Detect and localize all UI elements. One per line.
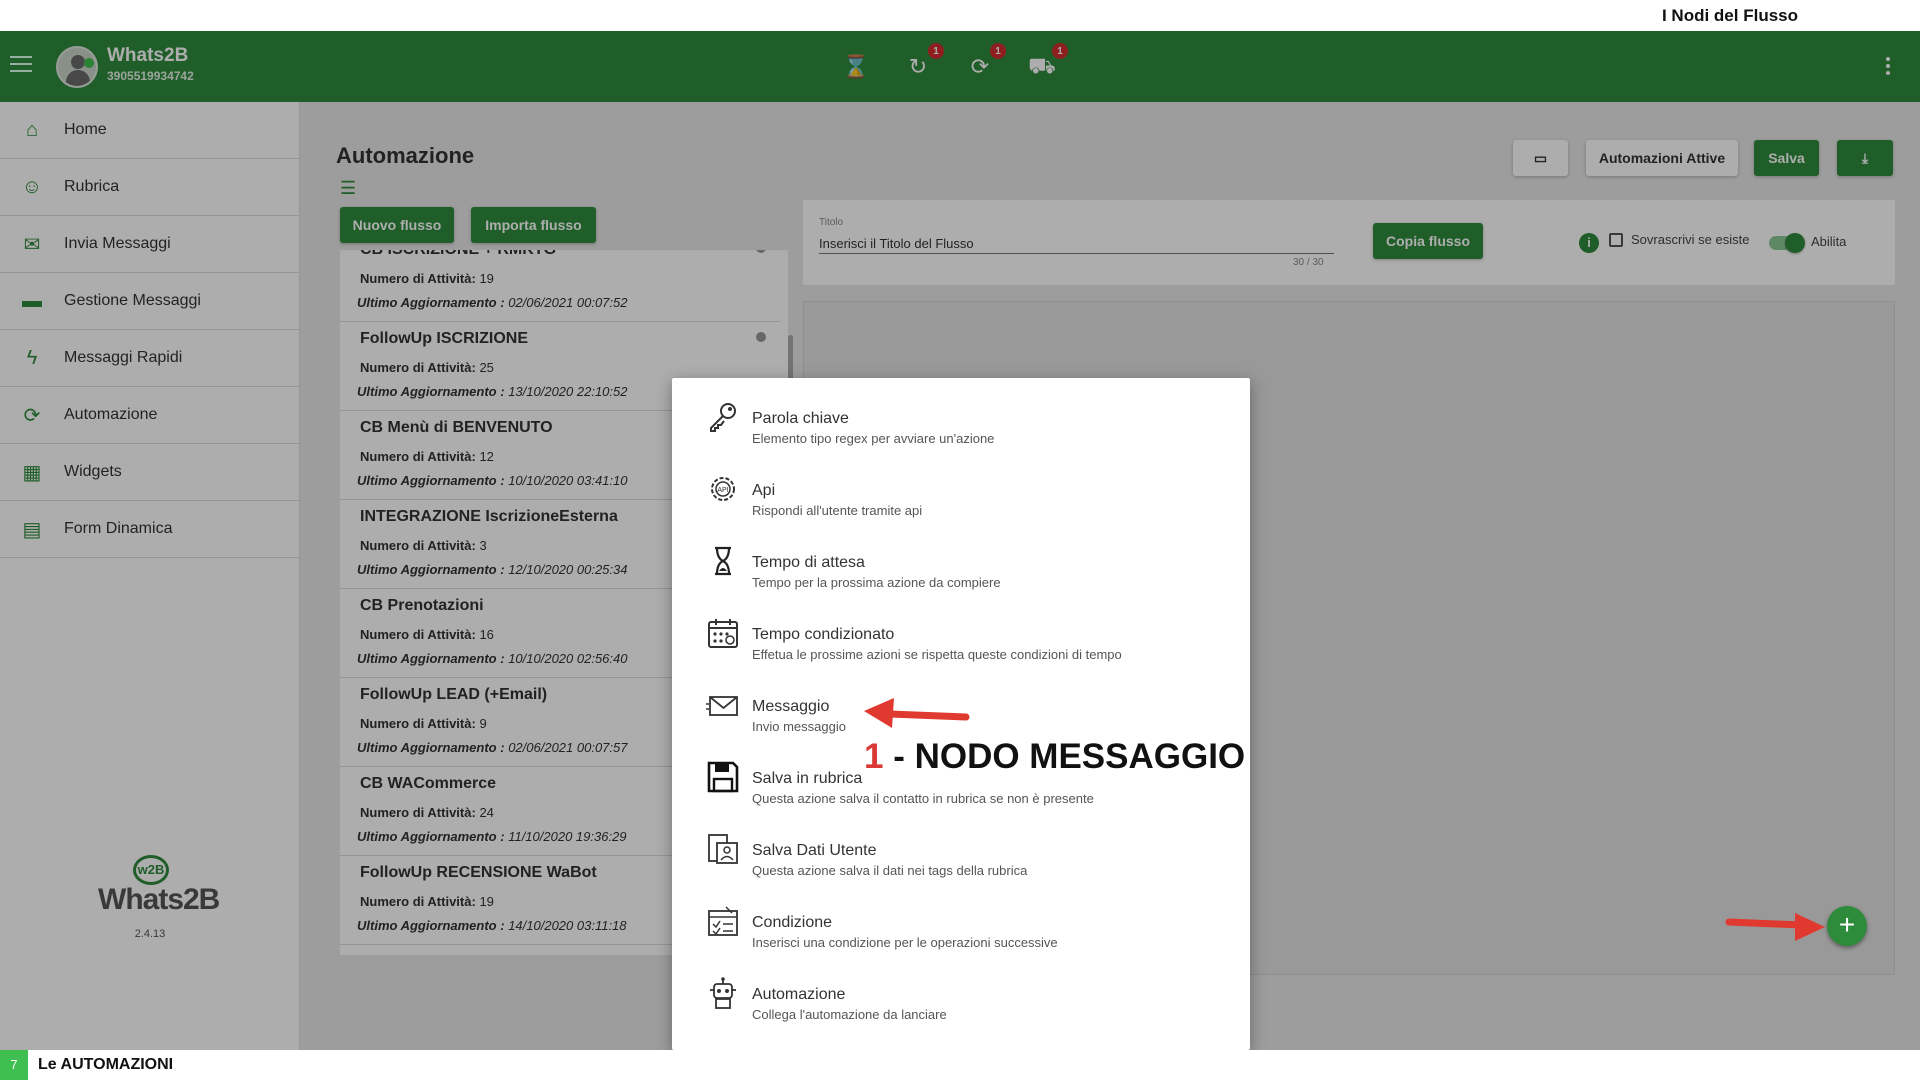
footer-title: Le AUTOMAZIONI <box>38 1056 174 1073</box>
menu-item-automazione[interactable]: Automazione Collega l'automazione da lan… <box>672 954 1250 1026</box>
add-node-button[interactable]: + <box>1827 906 1867 946</box>
menu-item-parola-chiave[interactable]: Parola chiave Elemento tipo regex per av… <box>672 378 1250 450</box>
menu-item-api[interactable]: API Api Rispondi all'utente tramite api <box>672 450 1250 522</box>
annotation-arrow-fab <box>1725 913 1825 941</box>
svg-text:API: API <box>717 487 728 494</box>
key-icon <box>706 400 740 434</box>
annotation-label: 1 - NODO MESSAGGIO <box>864 737 1246 776</box>
user-data-icon <box>706 832 740 866</box>
top-strip: I Nodi del Flusso <box>0 0 1920 31</box>
envelope-icon <box>706 688 740 722</box>
menu-item-salva-dati-utente[interactable]: Salva Dati Utente Questa azione salva il… <box>672 810 1250 882</box>
annotation-arrow-message <box>864 698 970 728</box>
robot-icon <box>706 976 740 1010</box>
menu-item-tempo-condizionato[interactable]: Tempo condizionato Effetua le prossime a… <box>672 594 1250 666</box>
menu-item-condizione[interactable]: Condizione Inserisci una condizione per … <box>672 882 1250 954</box>
floppy-icon <box>706 760 740 794</box>
condition-icon <box>706 904 740 938</box>
slide-footer: 7 Le AUTOMAZIONI <box>0 1050 1920 1080</box>
menu-item-tempo-di-attesa[interactable]: Tempo di attesa Tempo per la prossima az… <box>672 522 1250 594</box>
slide-caption: I Nodi del Flusso <box>1661 6 1798 25</box>
page-number: 7 <box>0 1050 28 1080</box>
calendar-icon <box>706 616 740 650</box>
api-gear-icon: API <box>706 472 740 506</box>
hourglass-icon <box>706 544 740 578</box>
